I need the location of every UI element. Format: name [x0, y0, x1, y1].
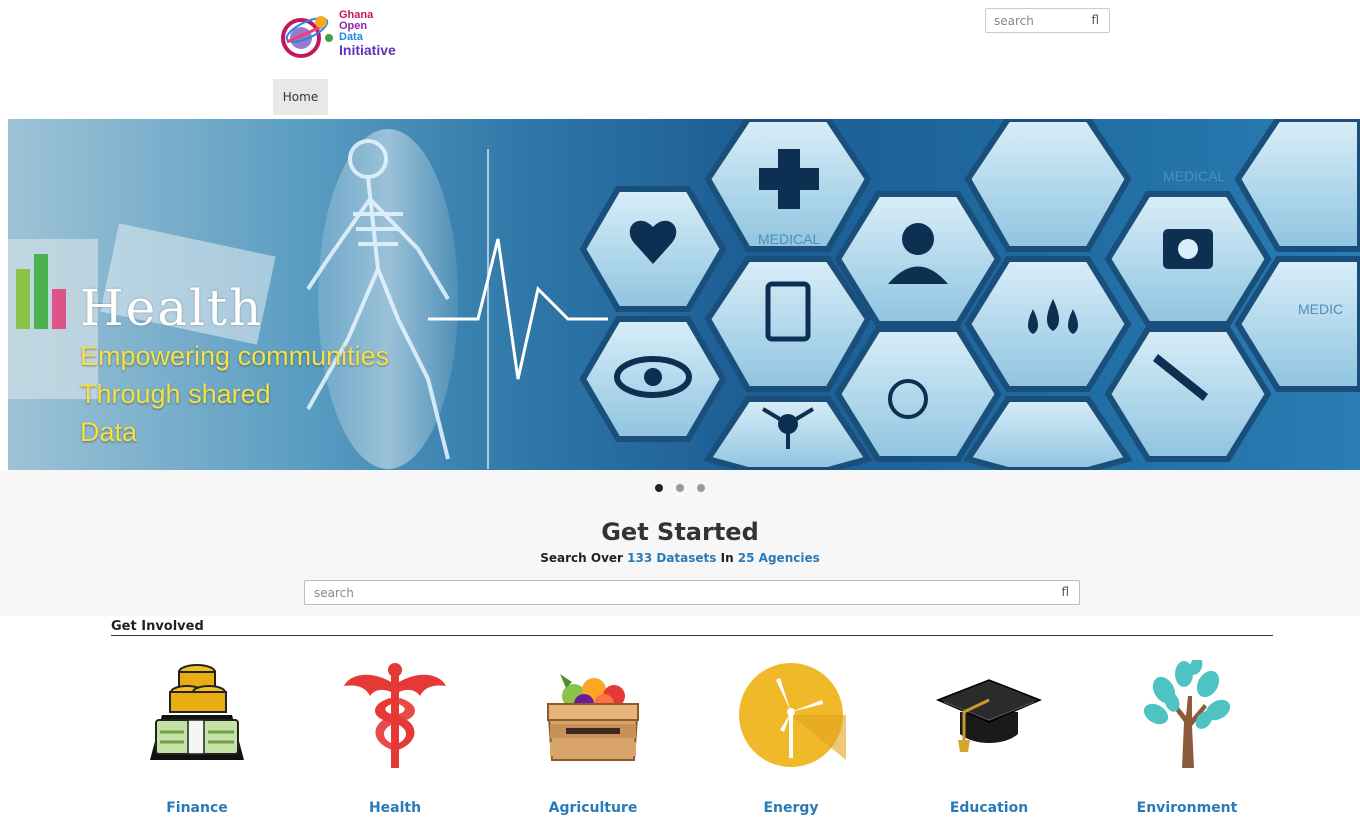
category-label[interactable]: Finance [122, 800, 272, 816]
tree-icon [1143, 660, 1231, 768]
get-involved-heading: Get Involved [111, 619, 204, 634]
banner-medical-label-3: MEDIC [1298, 301, 1343, 317]
logo-wordmark: Ghana Open Data Initiative [339, 10, 396, 58]
category-health[interactable]: Health [320, 660, 470, 820]
search-icon[interactable]: fl [1091, 13, 1099, 27]
graduation-cap-icon [936, 679, 1042, 752]
get-started-section: Get Started Search Over 133 Datasets In … [0, 506, 1360, 616]
carousel-dot-1[interactable] [654, 484, 663, 492]
banner-line-1: Empowering communities [80, 341, 390, 371]
category-label[interactable]: Education [914, 800, 1064, 816]
header-search-input[interactable] [986, 9, 1086, 32]
carousel-dot-2[interactable] [676, 484, 684, 492]
category-label[interactable]: Health [320, 800, 470, 816]
agencies-link[interactable]: 25 Agencies [738, 551, 820, 565]
banner-title: Health [80, 279, 264, 337]
logo-word-4: Initiative [339, 42, 396, 58]
category-label[interactable]: Environment [1112, 800, 1262, 816]
carousel-indicators [0, 470, 1360, 506]
category-education[interactable]: Education [914, 660, 1064, 820]
banner-line-3: Data [80, 417, 138, 447]
wind-turbine-icon [739, 663, 846, 767]
get-started-title: Get Started [601, 518, 759, 546]
category-label[interactable]: Energy [716, 800, 866, 816]
header-search-box: fl [985, 8, 1110, 33]
produce-crate-icon [546, 674, 640, 761]
subtitle-mid: In [716, 551, 738, 565]
category-label[interactable]: Agriculture [518, 800, 668, 816]
site-logo[interactable]: Ghana Open Data Initiative [277, 8, 413, 64]
globe-logo-icon [281, 16, 333, 58]
money-stack-icon [150, 664, 244, 760]
category-finance[interactable]: Finance [122, 660, 272, 820]
main-search-icon[interactable]: fl [1061, 585, 1069, 599]
banner-medical-label-2: MEDICAL [1163, 168, 1225, 184]
category-environment[interactable]: Environment [1112, 660, 1262, 820]
caduceus-icon [344, 663, 446, 768]
hero-carousel-slide: MEDICAL MEDICAL MEDIC Health Empowering … [8, 119, 1360, 470]
get-involved-divider [111, 635, 1273, 636]
category-energy[interactable]: Energy [716, 660, 866, 820]
banner-line-2: Through shared [80, 379, 271, 409]
main-search-input[interactable] [305, 581, 1045, 604]
main-search-box: fl [304, 580, 1080, 605]
carousel-dot-3[interactable] [697, 484, 706, 492]
category-agriculture[interactable]: Agriculture [518, 660, 668, 820]
get-started-subtitle: Search Over 133 Datasets In 25 Agencies [0, 551, 1360, 565]
banner-medical-label-1: MEDICAL [758, 231, 820, 247]
nav-item-home[interactable]: Home [273, 79, 328, 115]
datasets-link[interactable]: 133 Datasets [627, 551, 716, 565]
subtitle-prefix: Search Over [540, 551, 628, 565]
site-header: Ghana Open Data Initiative fl Home [0, 0, 1360, 119]
